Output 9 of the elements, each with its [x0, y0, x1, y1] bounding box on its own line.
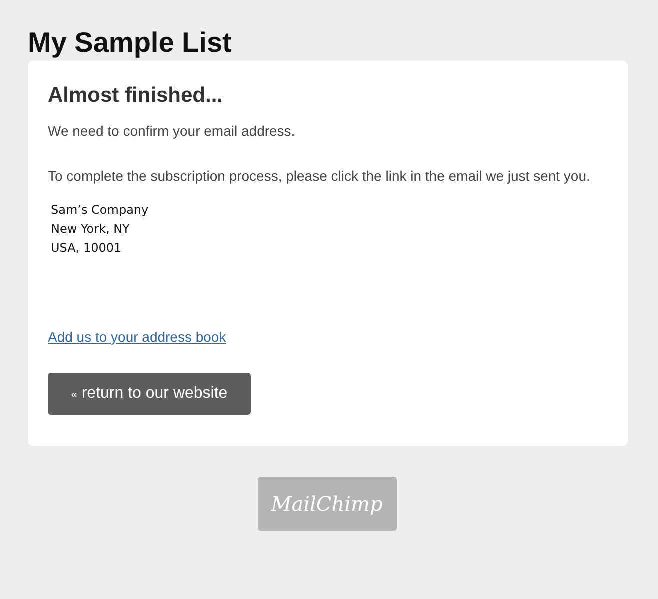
- address-line: Sam’s Company: [51, 202, 149, 219]
- message-text: We need to confirm your email address.: [48, 122, 296, 140]
- address-book-link[interactable]: Add us to your address book: [48, 329, 226, 345]
- message-text: To complete the subscription process, please click the link in the email we just sent you.: [48, 167, 592, 185]
- return-button[interactable]: « return to our website: [48, 373, 251, 415]
- page-title: My Sample List: [28, 26, 233, 60]
- address-line: New York, NY: [51, 221, 130, 238]
- address-line: USA, 10001: [51, 240, 122, 257]
- card-heading: Almost finished...: [48, 83, 224, 109]
